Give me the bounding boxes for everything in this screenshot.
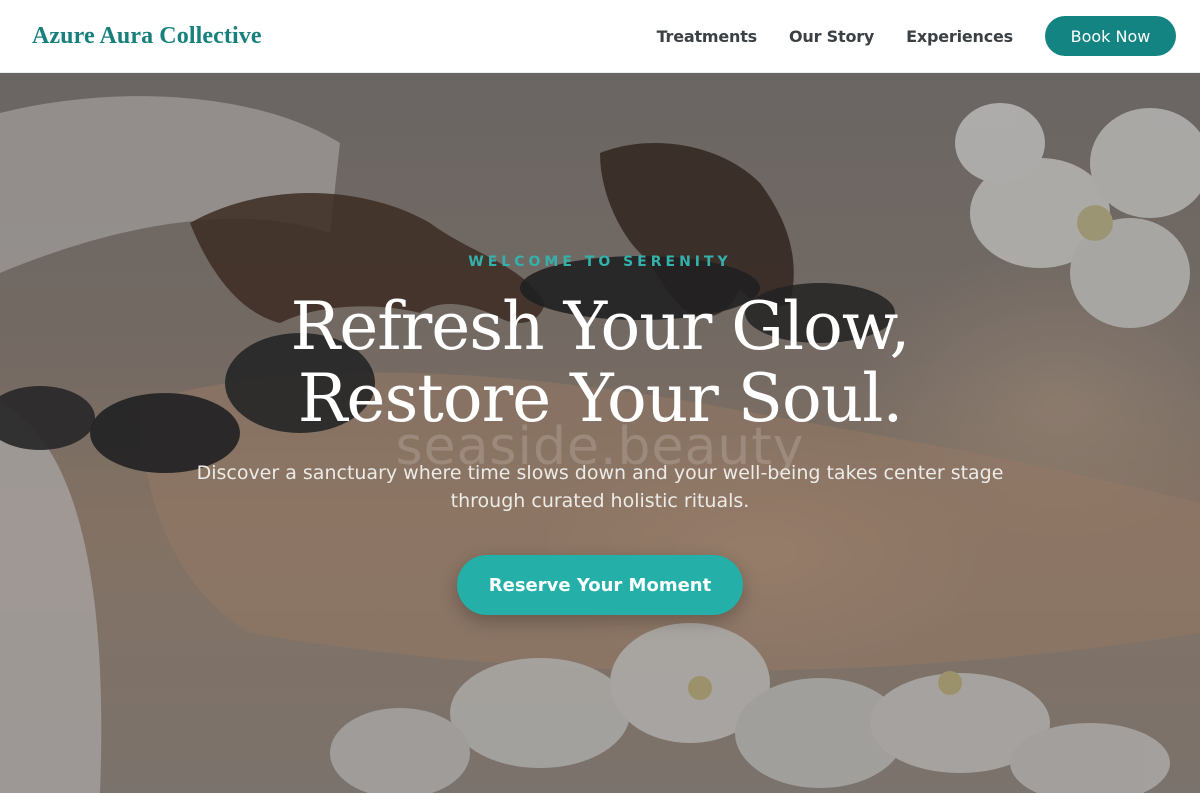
headline-line-1: Refresh Your Glow, (290, 288, 911, 365)
hero-content: WELCOME TO SERENITY seaside.beauty Refre… (0, 73, 1200, 793)
hero-section: WELCOME TO SERENITY seaside.beauty Refre… (0, 73, 1200, 793)
page-bottom-strip (0, 793, 1200, 800)
brand-logo[interactable]: Azure Aura Collective (32, 23, 262, 50)
headline-line-2: Restore Your Soul. (297, 360, 904, 437)
nav-link-experiences[interactable]: Experiences (906, 27, 1013, 46)
hero-headline: Refresh Your Glow, Restore Your Soul. (0, 291, 1200, 435)
main-nav: Treatments Our Story Experiences Book No… (657, 16, 1176, 56)
hero-subtext: Discover a sanctuary where time slows do… (170, 459, 1030, 515)
subtext-line-1: Discover a sanctuary where time slows do… (196, 462, 1004, 484)
nav-link-treatments[interactable]: Treatments (657, 27, 758, 46)
hero-eyebrow: WELCOME TO SERENITY (468, 254, 732, 270)
nav-link-our-story[interactable]: Our Story (789, 27, 874, 46)
reserve-moment-button[interactable]: Reserve Your Moment (457, 555, 743, 615)
site-header: Azure Aura Collective Treatments Our Sto… (0, 0, 1200, 73)
book-now-button[interactable]: Book Now (1045, 16, 1176, 56)
subtext-line-2: through curated holistic rituals. (450, 490, 750, 512)
